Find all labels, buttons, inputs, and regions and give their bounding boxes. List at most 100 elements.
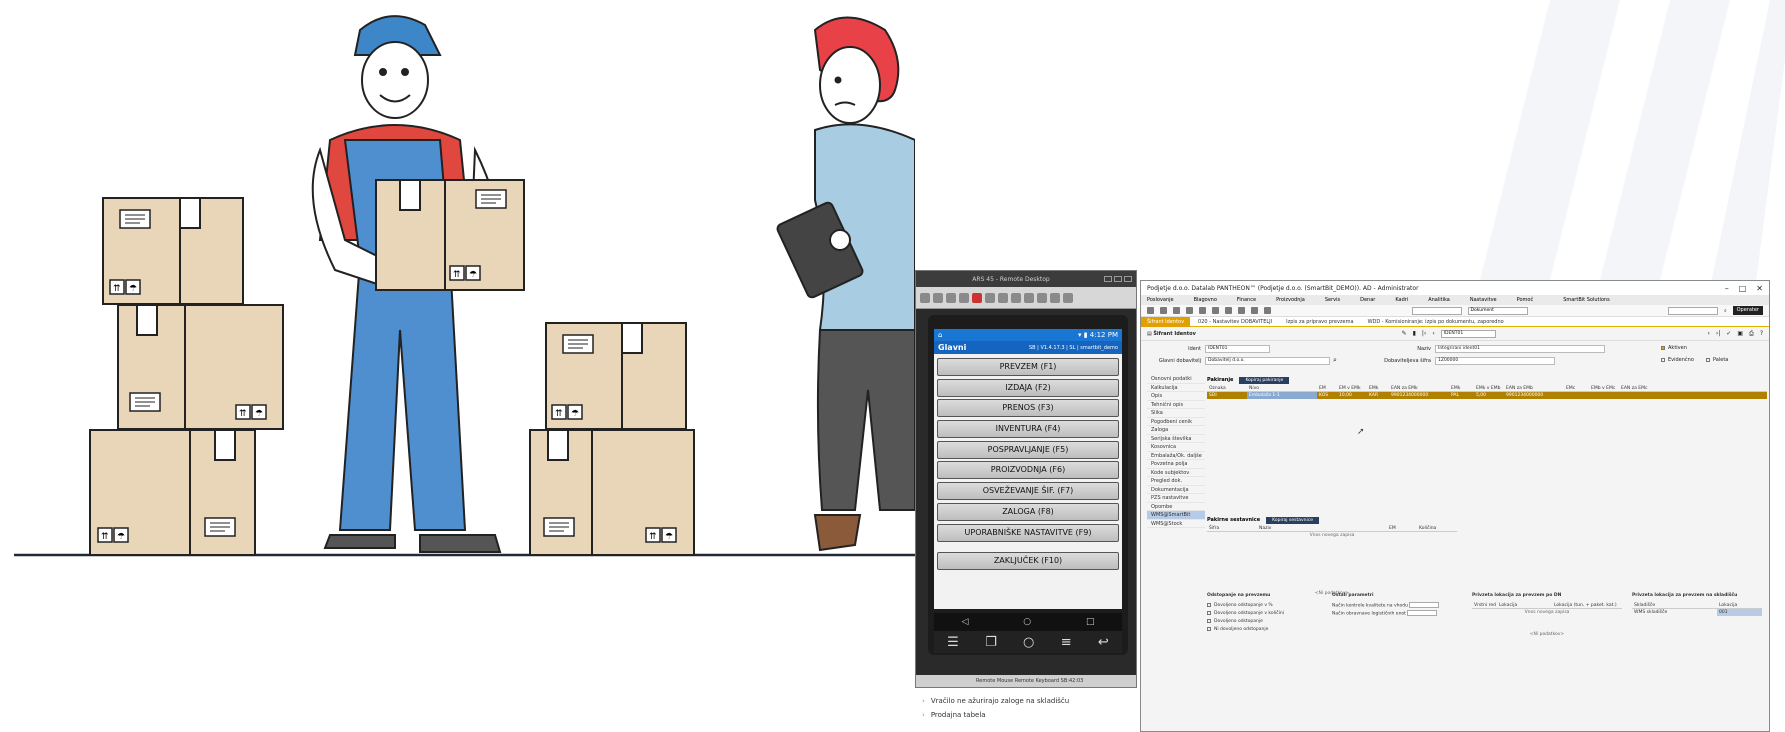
search-icon[interactable]: ⌕: [1724, 308, 1727, 314]
return-icon[interactable]: ↩: [1098, 635, 1109, 650]
toolbar-icon[interactable]: [920, 292, 930, 303]
toolbar-icon[interactable]: [1160, 307, 1167, 314]
menu-button-nastavitve[interactable]: UPORABNIŠKE NASTAVITVE (F9): [937, 523, 1119, 542]
toolbar-icon[interactable]: [1147, 307, 1154, 314]
table-row[interactable]: WMS skladišče 001: [1632, 609, 1762, 616]
toolbar-icon[interactable]: [959, 292, 969, 303]
toolbar-icon[interactable]: [985, 292, 995, 303]
first-record-icon[interactable]: |‹: [1422, 330, 1426, 337]
sidebar-item[interactable]: WMS@Stock: [1147, 520, 1205, 528]
sifra-field[interactable]: 1Z00000: [1435, 357, 1555, 365]
menu-nastavitve[interactable]: Nastavitve: [1470, 297, 1497, 303]
toolbar-icon[interactable]: [1212, 307, 1219, 314]
toolbar-icon[interactable]: [1173, 307, 1180, 314]
recent-apps-icon[interactable]: □: [1086, 617, 1095, 627]
menu-poslovanje[interactable]: Poslovanje: [1147, 297, 1174, 303]
record-code[interactable]: IDENT01: [1440, 329, 1496, 338]
radio-option[interactable]: Dovoljeno odstopanje v količini: [1207, 610, 1327, 618]
back-icon[interactable]: ◁: [961, 617, 968, 627]
toolbar-icon[interactable]: [1251, 307, 1258, 314]
maximize-icon[interactable]: □: [1739, 284, 1747, 293]
menu-icon[interactable]: ☰: [947, 635, 959, 650]
table-row[interactable]: SDI Embalaža 1-1 KOS 10,00 KAR 990123400…: [1207, 392, 1767, 399]
ident-field[interactable]: IDENT01: [1205, 345, 1270, 353]
sidebar-item[interactable]: Zaloga: [1147, 426, 1205, 435]
sidebar-item[interactable]: Kode subjektov: [1147, 469, 1205, 477]
search-input[interactable]: [1668, 306, 1719, 315]
circle-icon[interactable]: ○: [1023, 635, 1034, 650]
edit-icon[interactable]: ✎: [1402, 330, 1407, 337]
next-record-icon[interactable]: ›: [1707, 330, 1709, 338]
evidencno-checkbox[interactable]: Evidenčno: [1661, 357, 1694, 363]
menu-servis[interactable]: Servis: [1325, 297, 1340, 303]
naziv-field[interactable]: Integrirani ident01: [1435, 345, 1605, 353]
copy-components-button[interactable]: Kopiraj sestavnice: [1266, 516, 1319, 524]
stop-icon[interactable]: [972, 292, 982, 303]
sidebar-item[interactable]: Opis: [1147, 392, 1205, 401]
print-icon[interactable]: ⎙: [1749, 330, 1754, 338]
radio-option[interactable]: Dovoljeno odstopanje v %: [1207, 602, 1327, 610]
menu-button-osvezevanje[interactable]: OSVEŽEVANJE ŠIF. (F7): [937, 482, 1119, 501]
last-record-icon[interactable]: ›|: [1716, 330, 1720, 338]
search-icon[interactable]: ⌕: [1333, 356, 1337, 365]
minimize-button[interactable]: [1104, 276, 1112, 282]
sidebar-item[interactable]: Opombe: [1147, 503, 1205, 511]
toolbar-icon[interactable]: [1011, 292, 1021, 303]
menu-finance[interactable]: Finance: [1237, 297, 1256, 303]
toolbar-icon[interactable]: [1238, 307, 1245, 314]
document-combo[interactable]: Dokument: [1467, 306, 1528, 315]
sidebar-item[interactable]: Tehnični opis: [1147, 401, 1205, 409]
tab-nastavitev-dobavitelji[interactable]: 020 - Nastavitev DOBAVITELJI: [1192, 317, 1278, 327]
help-icon[interactable]: ?: [1760, 330, 1763, 338]
save-icon[interactable]: ▣: [1737, 330, 1743, 338]
toolbar-icon[interactable]: [933, 292, 943, 303]
paleta-checkbox[interactable]: Paleta: [1706, 357, 1728, 363]
dobavitelj-field[interactable]: Dobavitelj d.o.o.: [1205, 357, 1330, 365]
radio-option[interactable]: Dovoljeno odstopanje: [1207, 618, 1327, 626]
menu-pomoc[interactable]: Pomoč: [1517, 297, 1534, 303]
param-row[interactable]: Način kontrole kvalitete na vhodu: [1332, 602, 1462, 610]
list-item[interactable]: › Prodajna tabela: [922, 708, 1122, 722]
param-row[interactable]: Način obravnave logističnih enot: [1332, 610, 1462, 618]
close-button[interactable]: [1124, 276, 1132, 282]
toolbar-icon[interactable]: [1063, 292, 1073, 303]
toolbar-icon[interactable]: [1050, 292, 1060, 303]
tab-izpis-prevzema[interactable]: Izpis za pripravo prevzema: [1280, 317, 1359, 327]
menu-button-prevzem[interactable]: PREVZEM (F1): [937, 358, 1119, 376]
sidebar-item[interactable]: Serijska številka: [1147, 435, 1205, 443]
menu-button-izdaja[interactable]: IZDAJA (F2): [937, 378, 1119, 397]
prev-record-icon[interactable]: ‹: [1432, 330, 1434, 337]
confirm-icon[interactable]: ✓: [1726, 330, 1731, 338]
sidebar-item-wms-smartbit[interactable]: WMS@SmartBit: [1147, 511, 1205, 520]
toolbar-icon[interactable]: [946, 292, 956, 303]
operator-button[interactable]: Operater: [1732, 306, 1763, 315]
sidebar-item[interactable]: Kalkulacija: [1147, 384, 1205, 392]
sidebar-item[interactable]: Povzetna polja: [1147, 460, 1205, 469]
delete-icon[interactable]: ▮: [1413, 330, 1416, 337]
aktiven-checkbox[interactable]: Aktiven: [1661, 345, 1687, 351]
menu-analitika[interactable]: Analitika: [1428, 297, 1450, 303]
windows-icon[interactable]: ❐: [985, 635, 997, 650]
sidebar-item[interactable]: PZS nastavitve: [1147, 494, 1205, 503]
menu-kadri[interactable]: Kadri: [1395, 297, 1408, 303]
radio-option[interactable]: Ni dovoljeno odstopanje: [1207, 626, 1327, 634]
sidebar-item[interactable]: Pogodbeni cenik: [1147, 418, 1205, 426]
home-icon[interactable]: ○: [1023, 617, 1031, 627]
sidebar-item[interactable]: Slika: [1147, 409, 1205, 418]
tab-komisioniranje[interactable]: WDD - Komisioniranje: izpis po dokumentu…: [1362, 317, 1510, 327]
menu-button-proizvodnja[interactable]: PROIZVODNJA (F6): [937, 461, 1119, 480]
toolbar-icon[interactable]: [1024, 292, 1034, 303]
toolbar-icon[interactable]: [1186, 307, 1193, 314]
tab-sifrant-identov[interactable]: Šifrant Identov: [1141, 316, 1191, 327]
sidebar-item[interactable]: Dokumentacija: [1147, 486, 1205, 494]
copy-packing-button[interactable]: Kopiraj pakiranje: [1239, 376, 1290, 384]
new-record-row[interactable]: Vnos novega zapisa: [1472, 609, 1622, 617]
menu-proizvodnja[interactable]: Proizvodnja: [1276, 297, 1305, 303]
list-item[interactable]: › Vračilo ne ažurirajo zaloge na skladišč…: [922, 694, 1122, 708]
sidebar-item[interactable]: Embalaža/Ok. daljše: [1147, 452, 1205, 460]
menu-blagovno[interactable]: Blagovno: [1194, 297, 1217, 303]
list-icon[interactable]: ≡: [1061, 635, 1072, 650]
maximize-button[interactable]: [1114, 276, 1122, 282]
toolbar-icon[interactable]: [998, 292, 1008, 303]
close-icon[interactable]: ✕: [1756, 284, 1763, 293]
